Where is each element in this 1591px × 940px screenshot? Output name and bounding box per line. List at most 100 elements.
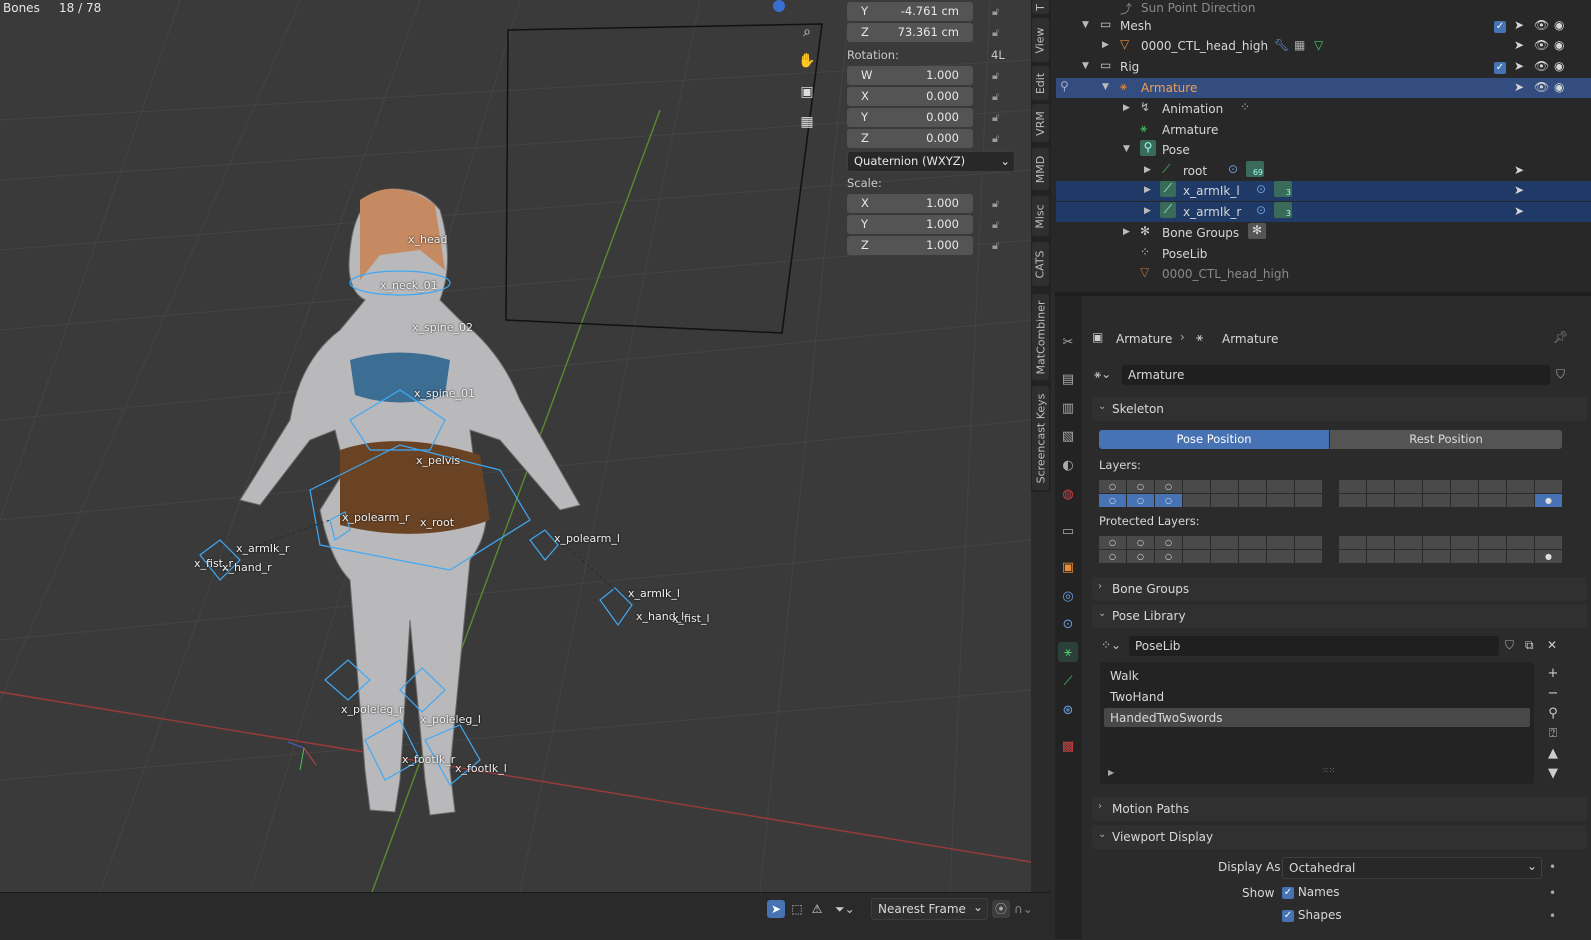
- layer-toggle[interactable]: [1339, 550, 1367, 563]
- scene-tab-icon[interactable]: ◐: [1058, 455, 1078, 475]
- location-z-field[interactable]: Z 73.361 cm: [847, 23, 973, 42]
- tab-tool[interactable]: T: [1032, 0, 1049, 14]
- layer-toggle[interactable]: [1367, 480, 1395, 493]
- bone-label[interactable]: x_armIk_r: [236, 542, 289, 555]
- lock-icon[interactable]: 🔓︎: [992, 5, 1004, 18]
- keyframe-dot-icon[interactable]: •: [1549, 909, 1556, 923]
- outliner-row-head-mesh[interactable]: ▶ ▽ 0000_CTL_head_high 🔧︎ ▦ ▽ ➤ 👁︎ ◉: [1056, 36, 1591, 56]
- layer-toggle[interactable]: [1451, 480, 1479, 493]
- layer-toggle[interactable]: [1211, 536, 1239, 549]
- rotation-z-field[interactable]: Z 0.000: [847, 129, 973, 148]
- layer-toggle[interactable]: [1395, 550, 1423, 563]
- layer-toggle[interactable]: [1535, 536, 1563, 549]
- layer-toggle[interactable]: [1535, 480, 1563, 493]
- tab-matcombiner[interactable]: MatCombiner: [1032, 294, 1049, 380]
- poselib-selector[interactable]: ⁘⌄ PoseLib ⛉ ⧉ ✕: [1099, 636, 1561, 656]
- layer-toggle[interactable]: [1267, 480, 1295, 493]
- object-tab-icon[interactable]: ▣: [1058, 557, 1078, 577]
- layer-toggle[interactable]: ○: [1127, 536, 1155, 549]
- layer-toggle[interactable]: [1267, 536, 1295, 549]
- skeleton-panel-header[interactable]: ⌄ Skeleton: [1092, 397, 1587, 421]
- layer-toggle[interactable]: [1211, 480, 1239, 493]
- tab-misc[interactable]: Misc: [1032, 196, 1049, 236]
- layer-toggle[interactable]: [1239, 550, 1267, 563]
- layer-toggle[interactable]: [1183, 550, 1211, 563]
- lock-icon[interactable]: 🔓︎: [992, 90, 1004, 103]
- falloff-curve-icon[interactable]: ∩⌄: [1014, 900, 1044, 918]
- layer-toggle[interactable]: [1479, 480, 1507, 493]
- rotation-y-field[interactable]: Y 0.000: [847, 108, 973, 127]
- layer-toggle[interactable]: [1183, 480, 1211, 493]
- scale-y-field[interactable]: Y 1.000: [847, 215, 973, 234]
- layer-toggle[interactable]: [1239, 480, 1267, 493]
- interpolation-dropdown[interactable]: Nearest Frame ⌄: [871, 898, 988, 920]
- warning-icon[interactable]: ⚠: [808, 900, 826, 918]
- layer-toggle[interactable]: [1339, 536, 1367, 549]
- outliner-row-rig-collection[interactable]: ▼ ▭ Rig ✓ ➤ 👁︎ ◉: [1056, 57, 1591, 77]
- outliner-row-poselib[interactable]: ⁘ PoseLib: [1056, 244, 1591, 264]
- scale-x-field[interactable]: X 1.000: [847, 194, 973, 213]
- pin-icon[interactable]: 📌︎: [1553, 330, 1568, 344]
- bone-label[interactable]: x_spine_01: [414, 387, 475, 400]
- output-tab-icon[interactable]: ▥: [1058, 398, 1078, 418]
- lock-icon[interactable]: 🔓︎: [992, 197, 1004, 210]
- keyframe-dot-icon[interactable]: •: [1549, 886, 1556, 900]
- bone-label[interactable]: x_footIk_r: [402, 753, 455, 766]
- list-item[interactable]: TwoHand: [1104, 687, 1530, 706]
- layer-toggle[interactable]: [1423, 536, 1451, 549]
- layer-toggle[interactable]: [1339, 494, 1367, 507]
- layer-toggle[interactable]: [1367, 550, 1395, 563]
- rotation-4l-toggle[interactable]: 4L: [991, 48, 1005, 62]
- location-y-field[interactable]: Y -4.761 cm: [847, 2, 973, 21]
- keyframe-dot-icon[interactable]: •: [1549, 860, 1556, 874]
- collection-tab-icon[interactable]: ▭: [1058, 521, 1078, 541]
- bone-label[interactable]: x_poleleg_r: [341, 703, 403, 716]
- bone-label[interactable]: x_armIk_l: [628, 587, 680, 600]
- layer-toggle[interactable]: [1183, 536, 1211, 549]
- bone-label[interactable]: x_neck_01: [380, 279, 438, 292]
- tab-edit[interactable]: Edit: [1032, 66, 1049, 100]
- layer-toggle[interactable]: [1183, 494, 1211, 507]
- layer-toggle[interactable]: [1507, 550, 1535, 563]
- layer-toggle[interactable]: [1239, 494, 1267, 507]
- tab-cats[interactable]: CATS: [1032, 242, 1049, 286]
- layer-toggle[interactable]: [1395, 494, 1423, 507]
- tool-tab-icon[interactable]: ✂: [1058, 332, 1078, 352]
- layer-toggle[interactable]: [1211, 494, 1239, 507]
- rest-position-button[interactable]: Rest Position: [1330, 430, 1562, 449]
- layer-toggle[interactable]: ○: [1155, 480, 1183, 493]
- tab-mmd[interactable]: MMD: [1032, 148, 1049, 190]
- layer-toggle[interactable]: [1423, 494, 1451, 507]
- layer-toggle[interactable]: ●: [1535, 550, 1563, 563]
- shapes-checkbox[interactable]: ✓ Shapes: [1282, 908, 1342, 922]
- proportional-editing-icon[interactable]: ⦿: [992, 900, 1010, 918]
- layer-toggle[interactable]: [1507, 480, 1535, 493]
- lock-icon[interactable]: 🔓︎: [992, 239, 1004, 252]
- layer-toggle[interactable]: [1395, 480, 1423, 493]
- render-tab-icon[interactable]: ▤: [1058, 369, 1078, 389]
- layer-toggle[interactable]: [1479, 494, 1507, 507]
- layer-toggle[interactable]: [1239, 536, 1267, 549]
- layer-toggle[interactable]: [1267, 494, 1295, 507]
- outliner-row-mesh-collection[interactable]: ▼ ▭ Mesh ✓ ➤ 👁︎ ◉: [1056, 16, 1591, 36]
- layer-toggle[interactable]: [1451, 550, 1479, 563]
- pose-list-controls[interactable]: + − ⚲ ⍰ ▲ ▼: [1544, 664, 1562, 784]
- physics-tab-icon[interactable]: ◎: [1058, 586, 1078, 606]
- pose-library-panel-header[interactable]: ⌄ Pose Library: [1092, 604, 1587, 628]
- tab-vrm[interactable]: VRM: [1032, 104, 1049, 142]
- fake-user-shield-icon[interactable]: ⛉: [1556, 367, 1565, 382]
- bone-label[interactable]: x_hand_r: [222, 561, 272, 574]
- layer-toggle[interactable]: [1295, 494, 1323, 507]
- layer-toggle[interactable]: ○: [1099, 480, 1127, 493]
- layer-toggle[interactable]: [1339, 480, 1367, 493]
- viewport-display-panel-header[interactable]: ⌄ Viewport Display: [1092, 825, 1587, 849]
- bone-label[interactable]: x_root: [420, 516, 454, 529]
- bone-constraints-tab-icon[interactable]: ⊛: [1058, 700, 1078, 720]
- lock-icon[interactable]: 🔓︎: [992, 218, 1004, 231]
- list-item[interactable]: Walk: [1104, 666, 1530, 685]
- filter-icon[interactable]: ⏷⌄: [835, 900, 863, 918]
- layer-toggle[interactable]: ○: [1099, 536, 1127, 549]
- layer-toggle[interactable]: ●: [1535, 494, 1563, 507]
- outliner-row-armik-l[interactable]: ▶ ⟋ x_armIk_l ⊙ 3 ➤: [1056, 181, 1591, 201]
- layer-toggle[interactable]: ○: [1155, 550, 1183, 563]
